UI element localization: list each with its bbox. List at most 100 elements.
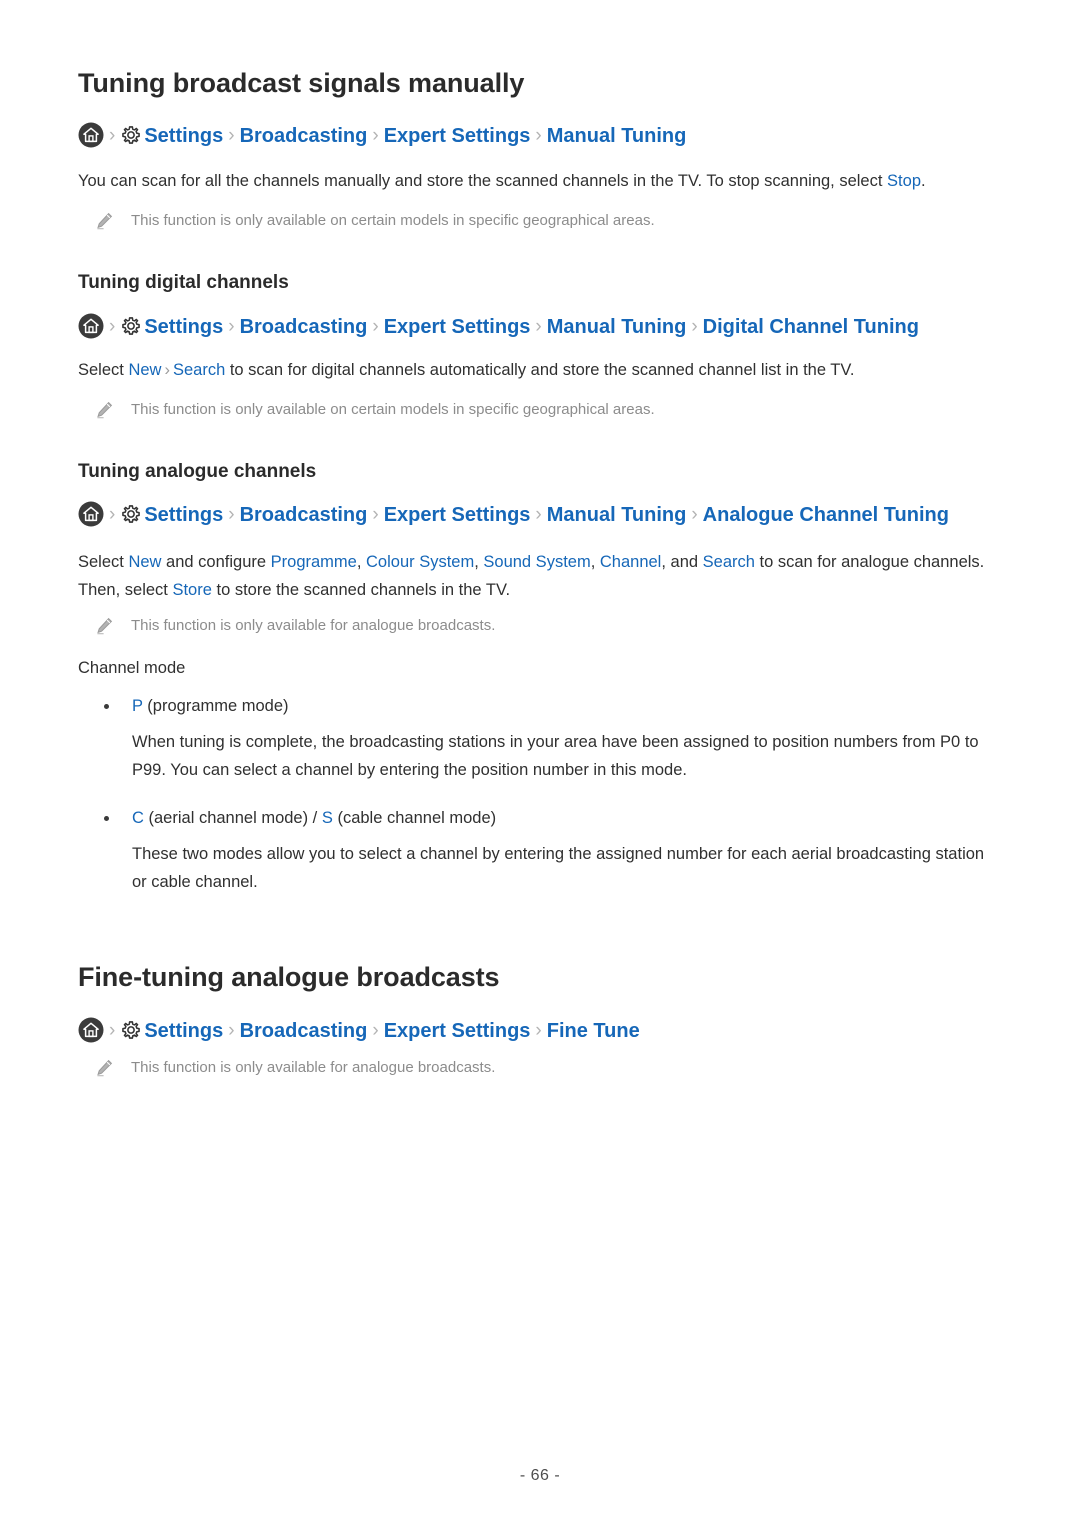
pencil-icon — [94, 1058, 114, 1078]
breadcrumb-item-expert-settings[interactable]: Expert Settings — [384, 316, 531, 338]
breadcrumb-item-settings[interactable]: Settings — [144, 1020, 223, 1042]
breadcrumb-separator: › — [228, 125, 235, 147]
link-programme[interactable]: Programme — [271, 553, 357, 571]
breadcrumb-separator: › — [535, 125, 542, 147]
link-p-mode[interactable]: P — [132, 697, 143, 715]
note-text: This function is only available for anal… — [131, 1058, 496, 1076]
breadcrumb-separator: › — [228, 315, 235, 337]
breadcrumb-item-manual-tuning[interactable]: Manual Tuning — [547, 504, 687, 526]
gear-icon[interactable] — [120, 124, 142, 146]
paragraph-text: and configure — [161, 553, 271, 572]
pencil-icon — [94, 400, 114, 420]
note-text: This function is only available on certa… — [131, 400, 655, 418]
pencil-icon — [94, 211, 114, 231]
breadcrumb-separator: › — [691, 315, 698, 337]
breadcrumb-separator: › — [372, 315, 379, 337]
note-text: This function is only available on certa… — [131, 212, 655, 230]
breadcrumb-item-settings[interactable]: Settings — [144, 504, 223, 526]
breadcrumb-item-broadcasting[interactable]: Broadcasting — [240, 504, 368, 526]
breadcrumb-item-fine-tune[interactable]: Fine Tune — [547, 1020, 640, 1042]
breadcrumb-separator: › — [691, 504, 698, 526]
note-fine-tuning: This function is only available for anal… — [78, 1056, 1002, 1080]
breadcrumb-item-settings[interactable]: Settings — [144, 316, 223, 338]
breadcrumb-separator: › — [109, 1019, 116, 1041]
link-colour-system[interactable]: Colour System — [366, 553, 474, 571]
bullet-label: C (aerial channel mode) / S (cable chann… — [132, 804, 496, 832]
breadcrumb-separator: › — [372, 1019, 379, 1041]
list-item: P (programme mode) — [78, 692, 1002, 720]
breadcrumb-item-analogue-channel-tuning[interactable]: Analogue Channel Tuning — [703, 504, 949, 526]
breadcrumb-item-expert-settings[interactable]: Expert Settings — [384, 125, 531, 147]
pencil-icon — [94, 616, 114, 636]
link-channel[interactable]: Channel — [600, 553, 661, 571]
gear-icon[interactable] — [120, 1019, 142, 1041]
paragraph-text: , and — [661, 553, 703, 572]
home-icon[interactable] — [78, 313, 104, 339]
breadcrumb-separator: › — [372, 504, 379, 526]
note-manual-tuning: This function is only available on certa… — [78, 209, 1002, 233]
link-stop[interactable]: Stop — [887, 172, 921, 190]
section-fine-tuning: Fine-tuning analogue broadcasts › Setting… — [78, 896, 1002, 1079]
breadcrumb-separator: › — [535, 1019, 542, 1041]
paragraph-text: Select — [78, 553, 129, 572]
home-icon[interactable] — [78, 1017, 104, 1043]
link-search[interactable]: Search — [173, 361, 225, 379]
breadcrumb-separator: › — [109, 125, 116, 147]
page-number: - 66 - — [519, 1467, 561, 1484]
breadcrumb-separator: › — [535, 504, 542, 526]
subsection-title-digital: Tuning digital channels — [78, 272, 289, 294]
breadcrumb-digital-channel-tuning: › Settings › Broadcasting › Expert Settings › M… — [78, 312, 1002, 342]
analogue-channels-paragraph: Select New and configure Programme, Colo… — [78, 548, 1002, 604]
paragraph-text: , — [356, 553, 367, 572]
paragraph-text: to scan for digital channels automatical… — [225, 360, 855, 379]
breadcrumb-item-expert-settings[interactable]: Expert Settings — [384, 1020, 531, 1042]
paragraph-text: , — [474, 553, 484, 572]
breadcrumb-separator: › — [535, 315, 542, 337]
breadcrumb-item-broadcasting[interactable]: Broadcasting — [240, 1020, 368, 1042]
link-store[interactable]: Store — [172, 581, 211, 599]
home-icon[interactable] — [78, 122, 104, 148]
bullet-body-text: When tuning is complete, the broadcastin… — [132, 733, 979, 780]
subsection-digital-channels: Tuning digital channels › Settings › Broadc… — [78, 271, 1002, 422]
bullet-label-text: (cable channel mode) — [332, 809, 497, 828]
subsection-title-analogue: Tuning analogue channels — [78, 460, 317, 482]
section-title-fine-tuning: Fine-tuning analogue broadcasts — [78, 962, 500, 993]
link-sound-system[interactable]: Sound System — [483, 553, 590, 571]
manual-tuning-paragraph: You can scan for all the channels manual… — [78, 167, 1002, 195]
breadcrumb-item-digital-channel-tuning[interactable]: Digital Channel Tuning — [703, 316, 919, 338]
note-digital-channels: This function is only available on certa… — [78, 398, 1002, 422]
channel-mode-label: Channel mode — [78, 659, 186, 678]
link-c-mode[interactable]: C — [132, 809, 144, 827]
home-icon[interactable] — [78, 501, 104, 527]
breadcrumb-item-broadcasting[interactable]: Broadcasting — [240, 316, 368, 338]
link-s-mode[interactable]: S — [322, 809, 333, 827]
document-page: Tuning broadcast signals manually › Setti… — [0, 0, 1080, 1527]
bullet-label-text: (aerial channel mode) / — [143, 809, 322, 828]
link-new[interactable]: New — [128, 553, 161, 571]
digital-channels-paragraph: Select New › Search to scan for digital ch… — [78, 356, 1002, 384]
link-search[interactable]: Search — [703, 553, 755, 571]
bullet-dot-icon — [104, 704, 109, 710]
note-text: This function is only available for anal… — [131, 617, 496, 635]
paragraph-text: , — [590, 553, 600, 572]
page-content: Tuning broadcast signals manually › Setti… — [52, 0, 1028, 1080]
breadcrumb-item-manual-tuning[interactable]: Manual Tuning — [547, 316, 687, 338]
section-manual-tuning: Tuning broadcast signals manually › Setti… — [78, 0, 1002, 233]
breadcrumb-item-broadcasting[interactable]: Broadcasting — [240, 125, 368, 147]
paragraph-text: to store the scanned channels in the TV. — [211, 581, 511, 600]
gear-icon[interactable] — [120, 315, 142, 337]
page-title: Tuning broadcast signals manually — [78, 68, 525, 98]
gear-icon[interactable] — [120, 503, 142, 525]
inline-separator: › — [164, 360, 170, 379]
breadcrumb-item-expert-settings[interactable]: Expert Settings — [384, 504, 531, 526]
breadcrumb-item-manual-tuning[interactable]: Manual Tuning — [547, 125, 687, 147]
link-new[interactable]: New — [128, 361, 161, 379]
breadcrumb-separator: › — [228, 504, 235, 526]
paragraph-text: You can scan for all the channels manual… — [78, 172, 888, 191]
breadcrumb-item-settings[interactable]: Settings — [144, 125, 223, 147]
note-analogue-channels: This function is only available for anal… — [78, 614, 1002, 638]
breadcrumb-separator: › — [228, 1019, 235, 1041]
bullet-label-text: (programme mode) — [142, 697, 289, 716]
breadcrumb-separator: › — [109, 504, 116, 526]
bullet-body-text: These two modes allow you to select a ch… — [132, 845, 985, 892]
